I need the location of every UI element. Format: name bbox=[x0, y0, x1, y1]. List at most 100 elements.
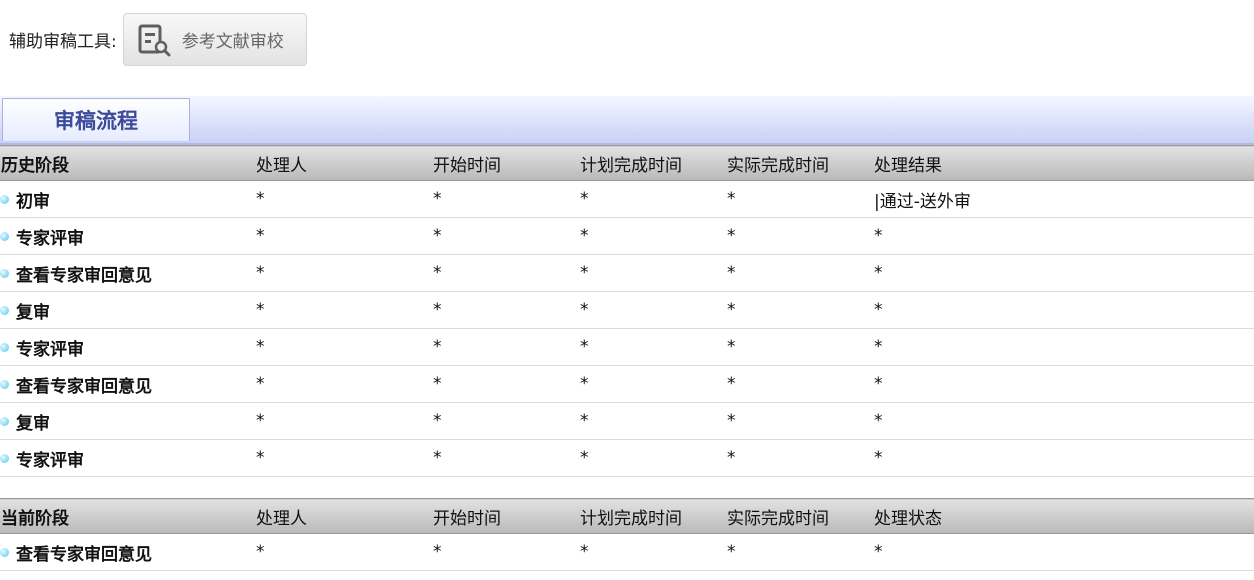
table-row: 查看专家审回意见 * * * * * bbox=[0, 533, 1254, 571]
current-header-row: 当前阶段 处理人 开始时间 计划完成时间 实际完成时间 处理状态 bbox=[0, 498, 1254, 534]
result-cell: * bbox=[874, 254, 1254, 292]
actual-finish-cell: * bbox=[727, 439, 874, 477]
result-cell: |通过-送外审 bbox=[874, 180, 1254, 218]
handler-cell: * bbox=[256, 439, 433, 477]
stage-cell: 专家评审 bbox=[0, 439, 256, 477]
start-time-cell: * bbox=[433, 217, 580, 255]
handler-cell: * bbox=[256, 217, 433, 255]
table-row: 查看专家审回意见 * * * * * bbox=[0, 365, 1254, 403]
table-row: 专家评审 * * * * * bbox=[0, 439, 1254, 477]
handler-cell: * bbox=[256, 328, 433, 366]
col-header-current-stage: 当前阶段 bbox=[0, 498, 256, 534]
stage-label: 复审 bbox=[16, 413, 50, 434]
toolbar-label: 辅助审稿工具: bbox=[9, 32, 117, 52]
planned-finish-cell: * bbox=[580, 365, 727, 403]
bullet-icon bbox=[0, 232, 9, 241]
actual-finish-cell: * bbox=[727, 291, 874, 329]
col-header-start-time: 开始时间 bbox=[433, 498, 580, 534]
col-header-planned-finish: 计划完成时间 bbox=[580, 145, 727, 181]
col-header-actual-finish: 实际完成时间 bbox=[727, 498, 874, 534]
planned-finish-cell: * bbox=[580, 291, 727, 329]
planned-finish-cell: * bbox=[580, 180, 727, 218]
stage-cell: 专家评审 bbox=[0, 217, 256, 255]
stage-cell: 查看专家审回意见 bbox=[0, 254, 256, 292]
stage-label: 查看专家审回意见 bbox=[16, 265, 152, 286]
stage-label: 复审 bbox=[16, 302, 50, 323]
col-header-handler: 处理人 bbox=[256, 145, 433, 181]
actual-finish-cell: * bbox=[727, 365, 874, 403]
table-row: 专家评审 * * * * * bbox=[0, 217, 1254, 255]
table-row: 初审 * * * * |通过-送外审 bbox=[0, 180, 1254, 218]
reference-check-label: 参考文献审校 bbox=[181, 32, 284, 52]
start-time-cell: * bbox=[433, 365, 580, 403]
bullet-icon bbox=[0, 306, 9, 315]
planned-finish-cell: * bbox=[580, 254, 727, 292]
start-time-cell: * bbox=[433, 254, 580, 292]
actual-finish-cell: * bbox=[727, 533, 874, 571]
tab-bar: 审稿流程 bbox=[0, 96, 1254, 145]
handler-cell: * bbox=[256, 254, 433, 292]
history-stage-table: 历史阶段 处理人 开始时间 计划完成时间 实际完成时间 处理结果 初审 * * * * |… bbox=[0, 145, 1254, 477]
result-cell: * bbox=[874, 365, 1254, 403]
handler-cell: * bbox=[256, 365, 433, 403]
stage-label: 查看专家审回意见 bbox=[16, 544, 152, 565]
handler-cell: * bbox=[256, 180, 433, 218]
start-time-cell: * bbox=[433, 439, 580, 477]
result-cell: * bbox=[874, 328, 1254, 366]
col-header-actual-finish: 实际完成时间 bbox=[727, 145, 874, 181]
start-time-cell: * bbox=[433, 328, 580, 366]
actual-finish-cell: * bbox=[727, 254, 874, 292]
result-cell: * bbox=[874, 402, 1254, 440]
start-time-cell: * bbox=[433, 180, 580, 218]
result-cell: * bbox=[874, 291, 1254, 329]
document-search-icon bbox=[136, 22, 172, 58]
planned-finish-cell: * bbox=[580, 439, 727, 477]
result-cell: * bbox=[874, 217, 1254, 255]
col-header-start-time: 开始时间 bbox=[433, 145, 580, 181]
assist-review-toolbar: 辅助审稿工具: 参考文献审校 bbox=[9, 13, 307, 66]
bullet-icon bbox=[0, 343, 9, 352]
table-row: 复审 * * * * * bbox=[0, 402, 1254, 440]
stage-label: 专家评审 bbox=[16, 228, 84, 249]
table-row: 复审 * * * * * bbox=[0, 291, 1254, 329]
col-header-handler: 处理人 bbox=[256, 498, 433, 534]
actual-finish-cell: * bbox=[727, 180, 874, 218]
stage-cell: 初审 bbox=[0, 180, 256, 218]
planned-finish-cell: * bbox=[580, 402, 727, 440]
history-header-row: 历史阶段 处理人 开始时间 计划完成时间 实际完成时间 处理结果 bbox=[0, 145, 1254, 181]
stage-label: 专家评审 bbox=[16, 450, 84, 471]
start-time-cell: * bbox=[433, 291, 580, 329]
handler-cell: * bbox=[256, 402, 433, 440]
bullet-icon bbox=[0, 195, 9, 204]
col-header-status: 处理状态 bbox=[874, 498, 1254, 534]
bullet-icon bbox=[0, 269, 9, 278]
bullet-icon bbox=[0, 454, 9, 463]
reference-check-button[interactable]: 参考文献审校 bbox=[122, 13, 307, 66]
bullet-icon bbox=[0, 380, 9, 389]
table-row: 查看专家审回意见 * * * * * bbox=[0, 254, 1254, 292]
planned-finish-cell: * bbox=[580, 217, 727, 255]
handler-cell: * bbox=[256, 291, 433, 329]
col-header-result: 处理结果 bbox=[874, 145, 1254, 181]
current-stage-table: 当前阶段 处理人 开始时间 计划完成时间 实际完成时间 处理状态 查看专家审回意… bbox=[0, 498, 1254, 571]
stage-label: 专家评审 bbox=[16, 339, 84, 360]
actual-finish-cell: * bbox=[727, 328, 874, 366]
tab-review-process[interactable]: 审稿流程 bbox=[2, 98, 190, 141]
col-header-history-stage: 历史阶段 bbox=[0, 145, 256, 181]
stage-cell: 复审 bbox=[0, 402, 256, 440]
stage-cell: 专家评审 bbox=[0, 328, 256, 366]
actual-finish-cell: * bbox=[727, 217, 874, 255]
stage-cell: 复审 bbox=[0, 291, 256, 329]
stage-cell: 查看专家审回意见 bbox=[0, 533, 256, 571]
result-cell: * bbox=[874, 439, 1254, 477]
stage-label: 查看专家审回意见 bbox=[16, 376, 152, 397]
stage-cell: 查看专家审回意见 bbox=[0, 365, 256, 403]
bullet-icon bbox=[0, 417, 9, 426]
result-cell: * bbox=[874, 533, 1254, 571]
stage-label: 初审 bbox=[16, 191, 50, 212]
col-header-planned-finish: 计划完成时间 bbox=[580, 498, 727, 534]
planned-finish-cell: * bbox=[580, 328, 727, 366]
start-time-cell: * bbox=[433, 402, 580, 440]
handler-cell: * bbox=[256, 533, 433, 571]
table-row: 专家评审 * * * * * bbox=[0, 328, 1254, 366]
